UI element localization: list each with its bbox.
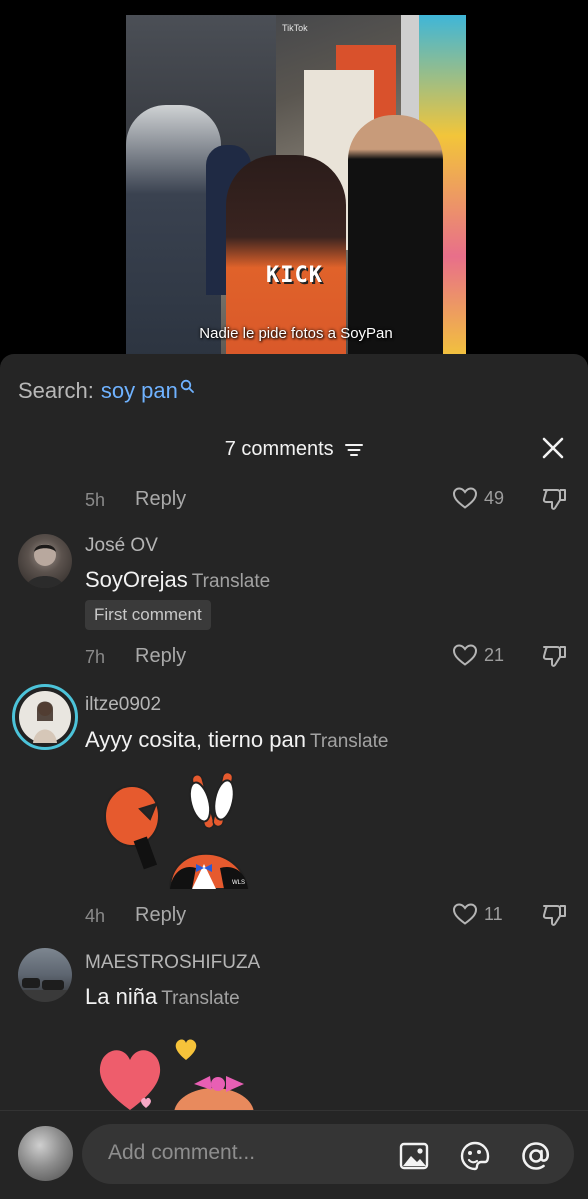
comment-body: SoyOrejas	[85, 567, 188, 592]
comment-input[interactable]: Add comment...	[82, 1124, 574, 1184]
comment-text: La niña Translate	[85, 984, 240, 1010]
avatar-portrait	[18, 978, 72, 1002]
tiktok-watermark: TikTok	[282, 23, 308, 33]
dislike-icon[interactable]	[541, 486, 569, 512]
avatar[interactable]	[18, 534, 72, 588]
video-player[interactable]: TikTok KICK Nadie le pide fotos a SoyPan	[126, 15, 466, 360]
heart-icon[interactable]	[452, 902, 478, 926]
reply-button[interactable]: Reply	[135, 645, 186, 668]
emoji-sticker-icon[interactable]	[459, 1140, 491, 1172]
avatar[interactable]	[12, 684, 78, 750]
my-avatar[interactable]	[18, 1126, 73, 1181]
comment-username[interactable]: José OV	[85, 535, 158, 557]
comment-time: 4h	[85, 906, 106, 926]
reply-button[interactable]: Reply	[135, 904, 186, 927]
like-count: 11	[484, 903, 503, 924]
like-button[interactable]: 21	[452, 643, 504, 667]
close-icon[interactable]	[541, 436, 565, 460]
translate-button[interactable]: Translate	[161, 988, 240, 1009]
like-button[interactable]: 11	[452, 902, 503, 926]
search-icon	[180, 379, 194, 393]
comment-username[interactable]: MAESTROSHIFUZA	[85, 952, 260, 974]
hearts-bow-sticker[interactable]	[94, 1032, 264, 1112]
search-term[interactable]: soy pan	[101, 378, 178, 404]
svg-text:WLS: WLS	[232, 880, 245, 886]
search-suggestion[interactable]: Search: soy pan	[18, 378, 194, 404]
comment-meta-row: 7h Reply 21	[85, 643, 575, 673]
like-count: 21	[484, 644, 505, 665]
comment-meta-row: 5h Reply 49	[85, 486, 575, 516]
comment-username[interactable]: iltze0902	[85, 694, 161, 716]
mention-icon[interactable]	[520, 1140, 552, 1172]
avatar[interactable]	[18, 948, 72, 1002]
comment-time: 5h	[85, 490, 106, 510]
video-caption: Nadie le pide fotos a SoyPan	[199, 325, 393, 342]
image-icon[interactable]	[398, 1140, 430, 1172]
search-label: Search:	[18, 378, 94, 403]
comments-count-sort[interactable]: 7 comments	[0, 438, 588, 461]
kick-logo-overlay: KICK	[266, 263, 323, 288]
comment-meta-row: 4h Reply 11	[85, 902, 575, 932]
comment-placeholder[interactable]: Add comment...	[108, 1141, 255, 1165]
like-count: 49	[484, 487, 505, 508]
comment-text: SoyOrejas Translate	[85, 567, 270, 593]
comments-count: 7 comments	[224, 438, 334, 460]
heart-icon[interactable]	[452, 486, 478, 510]
reply-button[interactable]: Reply	[135, 488, 186, 511]
first-comment-badge: First comment	[85, 600, 211, 630]
comments-sheet: Search: soy pan 7 comments 5h Reply 49 J…	[0, 354, 588, 1199]
avatar-portrait	[19, 691, 71, 743]
video-person	[348, 115, 443, 360]
dislike-icon[interactable]	[541, 902, 569, 928]
comments-header: 7 comments	[0, 436, 588, 466]
comment-body: Ayyy cosita, tierno pan	[85, 727, 306, 752]
sort-icon[interactable]	[345, 443, 364, 457]
comment-body: La niña	[85, 984, 158, 1009]
like-button[interactable]: 49	[452, 486, 504, 510]
translate-button[interactable]: Translate	[310, 731, 389, 752]
translate-button[interactable]: Translate	[192, 571, 271, 592]
comment-time: 7h	[85, 647, 106, 667]
heart-icon[interactable]	[452, 643, 478, 667]
comment-input-bar: Add comment...	[0, 1110, 588, 1199]
comment-text: Ayyy cosita, tierno pan Translate	[85, 727, 388, 753]
video-area[interactable]: TikTok KICK Nadie le pide fotos a SoyPan	[0, 0, 588, 360]
mr-krabs-sticker[interactable]: WLS	[100, 764, 260, 889]
dislike-icon[interactable]	[541, 643, 569, 669]
avatar-portrait	[26, 544, 64, 588]
